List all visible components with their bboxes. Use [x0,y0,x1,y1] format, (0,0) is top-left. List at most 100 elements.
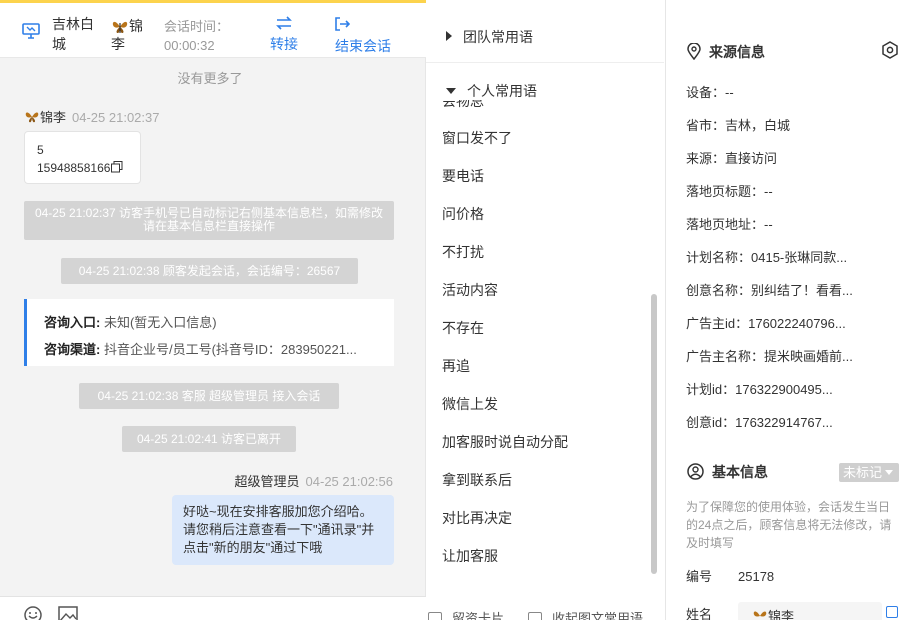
phrase-item[interactable]: 对比再决定 [442,508,512,528]
caret-down-icon [446,88,456,94]
chat-topbar: 吉林白城 锦李 会话时间： 00:00:32 转接 结束会话 [0,0,426,58]
visitor-message-card: 5 15948858166 [24,131,141,184]
source-info-header: 来源信息 [687,42,765,62]
source-field-device: 设备：-- [686,85,734,100]
phrase-item[interactable]: 加客服时说自动分配 [442,432,568,452]
end-session-button[interactable]: 结束会话 [330,16,396,56]
consult-entry-label: 咨询入口: [44,315,101,330]
customer-number-label: 编号 [686,569,713,584]
end-session-label: 结束会话 [335,38,391,54]
butterfly-avatar-icon [25,112,39,123]
butterfly-avatar-icon [753,611,767,617]
phrase-item[interactable]: 问价格 [442,204,484,224]
collapse-phrases-button[interactable]: 收起图文常用语 [528,608,643,620]
phrase-list: 会物总 窗口发不了 要电话 问价格 不打扰 活动内容 不存在 再追 微信上发 加… [426,100,658,576]
source-field-plan-name: 计划名称：0415-张琳同款... [686,250,848,265]
transfer-icon [276,16,292,30]
phrase-item[interactable]: 让加客服 [442,546,498,566]
quick-replies-pane: 团队常用语 个人常用语 会物总 窗口发不了 要电话 问价格 不打扰 活动内容 不… [426,0,666,620]
lead-card-label: 留资卡片 [452,611,505,620]
source-field-region: 省市：吉林，白城 [686,118,791,133]
team-phrases-label: 团队常用语 [463,29,533,45]
personal-phrases-label: 个人常用语 [467,83,537,99]
source-field-landing-title: 落地页标题：-- [686,184,773,199]
basic-info-title: 基本信息 [712,464,768,480]
lead-card-button[interactable]: 留资卡片 [428,608,504,620]
settings-icon[interactable] [881,41,899,59]
team-phrases-group[interactable]: 团队常用语 [446,27,533,47]
collapse-icon [528,612,542,620]
source-field-origin: 来源：直接访问 [686,151,778,166]
session-time-label: 会话时间： [164,19,230,34]
chat-input-toolbar [0,596,426,620]
visitor-message-time: 04-25 21:02:37 [72,110,160,125]
copy-icon[interactable] [111,161,123,173]
card-icon [428,612,442,620]
transfer-button[interactable]: 转接 [262,16,306,54]
tag-dropdown[interactable]: 未标记 [839,463,899,482]
system-message: 04-25 21:02:38 顾客发起会话，会话编号：26567 [61,258,358,284]
quick-replies-footer: 留资卡片 收起图文常用语 [426,604,664,620]
customer-number-row: 编号 25178 [686,566,774,585]
consult-channel-label: 咨询渠道: [44,342,101,357]
session-time-value: 00:00:32 [164,38,215,53]
exit-icon [335,17,350,31]
phrase-item[interactable]: 会物总 [442,100,484,111]
consult-info-card: 咨询入口: 未知(暂无入口信息) 咨询渠道: 抖音企业号/员工号(抖音号ID：2… [24,299,394,366]
monitor-icon [22,23,40,39]
agent-message-header: 超级管理员 04-25 21:02:56 [235,471,393,490]
personal-phrases-group[interactable]: 个人常用语 [446,81,537,101]
source-info-title: 来源信息 [709,44,765,60]
agent-message-bubble: 好哒~现在安排客服加您介绍哈。请您稍后注意查看一下"通讯录"并点击"新的朋友"通… [172,495,394,565]
phrase-item[interactable]: 不存在 [442,318,484,338]
source-field-advertiser-name: 广告主名称：提米映画婚前... [686,349,853,364]
system-message: 04-25 21:02:37 访客手机号已自动标记右侧基本信息栏，如需修改请在基… [24,201,394,240]
no-more-messages: 没有更多了 [177,71,243,86]
image-icon[interactable] [58,605,78,620]
consult-channel-value: 抖音企业号/员工号(抖音号ID：283950221... [100,342,357,357]
location-pin-icon [687,42,701,61]
phrase-item[interactable]: 拿到联系后 [442,470,512,490]
tag-dropdown-label: 未标记 [843,465,883,480]
consult-entry-value: 未知(暂无入口信息) [100,315,217,330]
source-field-plan-id: 计划id：176322900495... [686,382,833,397]
customer-name-label: 姓名 [686,607,713,620]
customer-name-value: 锦李 [768,609,795,620]
customer-name-row: 姓名 锦李 [686,602,914,620]
source-field-creative-id: 创意id：176322914767... [686,415,833,430]
agent-message-sender: 超级管理员 [234,474,300,489]
customer-name-field[interactable]: 锦李 [738,602,882,620]
edit-icon[interactable] [886,606,898,618]
phrase-item[interactable]: 微信上发 [442,394,498,414]
phrase-item[interactable]: 再追 [442,356,470,376]
source-field-creative-name: 创意名称：别纠结了！看看... [686,283,853,298]
visitor-message-line1: 5 [37,143,44,157]
caret-right-icon [446,31,452,41]
source-field-landing-url: 落地页地址：-- [686,217,773,232]
divider [426,62,664,63]
customer-number-value: 25178 [738,569,775,584]
source-field-advertiser-id: 广告主id：176022240796... [686,316,846,331]
visitor-message-header: 锦李 04-25 21:02:37 [24,107,159,126]
visitor-message-sender: 锦李 [40,110,67,125]
phrase-item[interactable]: 不打扰 [442,242,484,262]
chat-pane: 吉林白城 锦李 会话时间： 00:00:32 转接 结束会话 没有更多了 锦李 … [0,0,426,620]
agent-message-time: 04-25 21:02:56 [305,474,393,489]
customer-info-pane: 来源信息 设备：-- 省市：吉林，白城 来源：直接访问 落地页标题：-- 落地页… [667,0,914,620]
caret-down-icon [885,470,894,475]
emoji-icon[interactable] [23,605,43,620]
visitor-location: 吉林白城 [52,16,94,52]
edit-notice: 为了保障您的使用体验，会话发生当日的24点之后，顾客信息将无法修改，请及时填写 [686,500,892,550]
phrase-item[interactable]: 要电话 [442,166,484,186]
user-circle-icon [687,463,704,480]
phrase-item[interactable]: 窗口发不了 [442,128,512,148]
phrase-list-scrollbar[interactable] [651,294,657,574]
collapse-phrases-label: 收起图文常用语 [552,611,644,620]
phrase-item[interactable]: 活动内容 [442,280,498,300]
system-message: 04-25 21:02:41 访客已离开 [122,426,296,452]
system-message: 04-25 21:02:38 客服 超级管理员 接入会话 [79,383,339,409]
basic-info-header: 基本信息 [687,462,768,482]
visitor-phone: 15948858166 [37,161,111,175]
visitor-name: 锦李 [111,18,143,52]
transfer-label: 转接 [270,36,298,52]
